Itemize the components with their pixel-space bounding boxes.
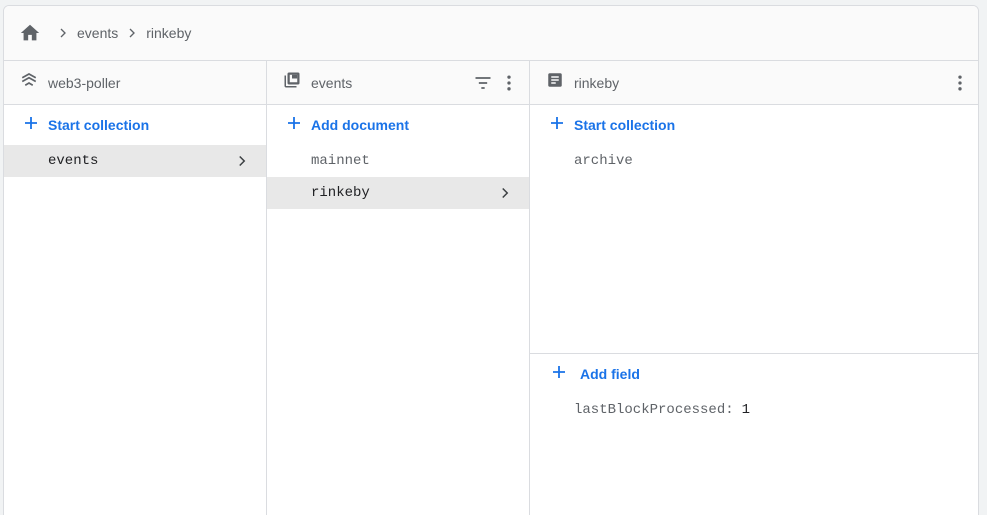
collection-panel-header: events xyxy=(267,61,529,105)
document-icon xyxy=(546,71,564,94)
more-vert-icon[interactable] xyxy=(499,73,519,93)
field-value: 1 xyxy=(741,402,751,418)
collection-header-actions xyxy=(473,61,519,105)
document-panel-header: rinkeby xyxy=(530,61,978,105)
chevron-right-icon xyxy=(232,151,252,171)
collection-title: events xyxy=(311,74,353,91)
start-collection-button[interactable]: Start collection xyxy=(4,105,266,145)
field-key: lastBlockProcessed: xyxy=(574,402,734,418)
chevron-right-icon xyxy=(53,23,73,43)
document-panel: rinkeby Start collection archive Add fie… xyxy=(530,61,978,515)
collection-panel: events Add document mainnet rinkeby xyxy=(267,61,530,515)
breadcrumb-item-rinkeby[interactable]: rinkeby xyxy=(146,25,191,41)
project-title: web3-poller xyxy=(48,74,121,91)
collection-item-events[interactable]: events xyxy=(4,145,266,177)
filter-icon[interactable] xyxy=(473,73,493,93)
firestore-card: events rinkeby web3-poller Start collect… xyxy=(3,5,979,515)
document-header-actions xyxy=(950,61,970,105)
plus-icon xyxy=(285,114,303,137)
plus-icon xyxy=(22,114,40,137)
start-subcollection-button[interactable]: Start collection xyxy=(530,105,978,145)
chevron-right-icon xyxy=(122,23,142,43)
subcollection-item-archive[interactable]: archive xyxy=(530,145,978,177)
home-icon[interactable] xyxy=(19,22,41,44)
collection-icon xyxy=(283,71,301,94)
document-title: rinkeby xyxy=(574,74,620,91)
document-item-rinkeby[interactable]: rinkeby xyxy=(267,177,529,209)
plus-icon xyxy=(548,114,566,137)
more-vert-icon[interactable] xyxy=(950,73,970,93)
fields-section: Add field lastBlockProcessed: 1 xyxy=(530,353,978,426)
root-panel: web3-poller Start collection events xyxy=(4,61,267,515)
document-item-mainnet[interactable]: mainnet xyxy=(267,145,529,177)
root-panel-header: web3-poller xyxy=(4,61,266,105)
database-icon xyxy=(20,71,38,94)
add-field-button[interactable]: Add field xyxy=(530,354,978,394)
plus-icon xyxy=(550,363,568,386)
breadcrumb-item-events[interactable]: events xyxy=(77,25,118,41)
chevron-right-icon xyxy=(495,183,515,203)
add-document-button[interactable]: Add document xyxy=(267,105,529,145)
breadcrumb: events rinkeby xyxy=(4,6,978,61)
field-row[interactable]: lastBlockProcessed: 1 xyxy=(530,394,978,426)
